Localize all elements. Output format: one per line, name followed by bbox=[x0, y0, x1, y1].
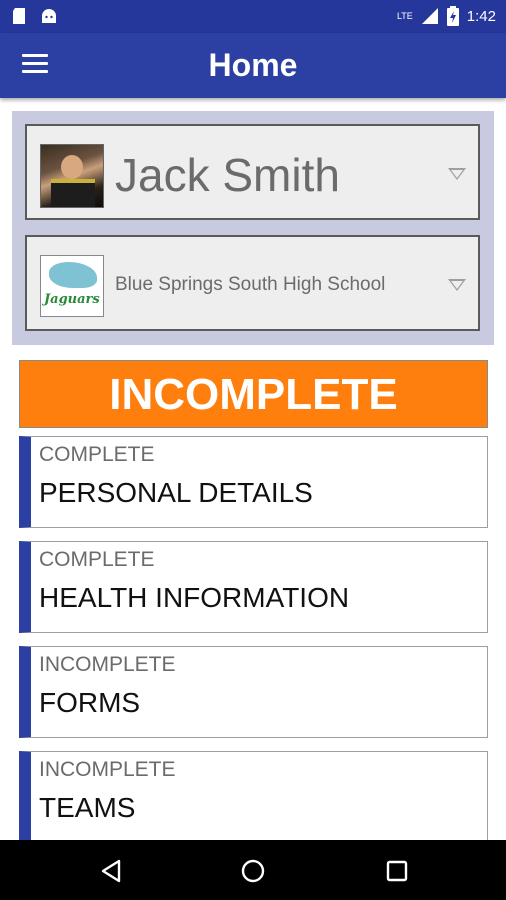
status-bar: LTE 1:42 bbox=[0, 0, 506, 33]
app-bar: Home bbox=[0, 33, 506, 98]
battery-icon bbox=[446, 6, 459, 26]
section-status: COMPLETE bbox=[39, 443, 155, 466]
clock: 1:42 bbox=[466, 7, 496, 25]
school-dropdown[interactable]: Jaguars Blue Springs South High School bbox=[25, 235, 480, 331]
signal-type-label: LTE bbox=[396, 11, 413, 21]
athlete-dropdown[interactable]: Jack Smith bbox=[25, 124, 480, 220]
school-logo: Jaguars bbox=[40, 255, 104, 317]
home-circle-icon[interactable] bbox=[240, 858, 266, 884]
sd-card-icon bbox=[13, 8, 25, 24]
athlete-name: Jack Smith bbox=[115, 149, 340, 201]
section-card-personal-details[interactable]: COMPLETE PERSONAL DETAILS bbox=[19, 436, 488, 528]
section-title: PERSONAL DETAILS bbox=[39, 477, 313, 508]
school-logo-text: Jaguars bbox=[44, 292, 100, 307]
section-card-teams[interactable]: INCOMPLETE TEAMS bbox=[19, 751, 488, 843]
section-status: COMPLETE bbox=[39, 548, 155, 571]
school-name: Blue Springs South High School bbox=[115, 274, 386, 295]
recent-apps-square-icon[interactable] bbox=[384, 858, 410, 884]
section-status: INCOMPLETE bbox=[39, 653, 176, 676]
dropdown-arrow-icon bbox=[448, 168, 466, 180]
section-status: INCOMPLETE bbox=[39, 758, 176, 781]
section-title: HEALTH INFORMATION bbox=[39, 582, 350, 613]
profile-selector-panel: Jack Smith Jaguars Blue Springs South Hi… bbox=[12, 111, 494, 345]
android-icon bbox=[42, 9, 56, 23]
section-card-forms[interactable]: INCOMPLETE FORMS bbox=[19, 646, 488, 738]
dropdown-arrow-icon bbox=[448, 279, 466, 291]
back-triangle-icon[interactable] bbox=[98, 858, 124, 884]
athlete-avatar bbox=[40, 144, 104, 208]
section-title: TEAMS bbox=[39, 792, 136, 823]
section-card-health-information[interactable]: COMPLETE HEALTH INFORMATION bbox=[19, 541, 488, 633]
section-title: FORMS bbox=[39, 687, 141, 718]
overall-status-banner: INCOMPLETE bbox=[19, 360, 488, 428]
system-navigation-bar bbox=[0, 840, 506, 900]
page-title: Home bbox=[208, 47, 298, 83]
signal-icon bbox=[421, 8, 438, 24]
